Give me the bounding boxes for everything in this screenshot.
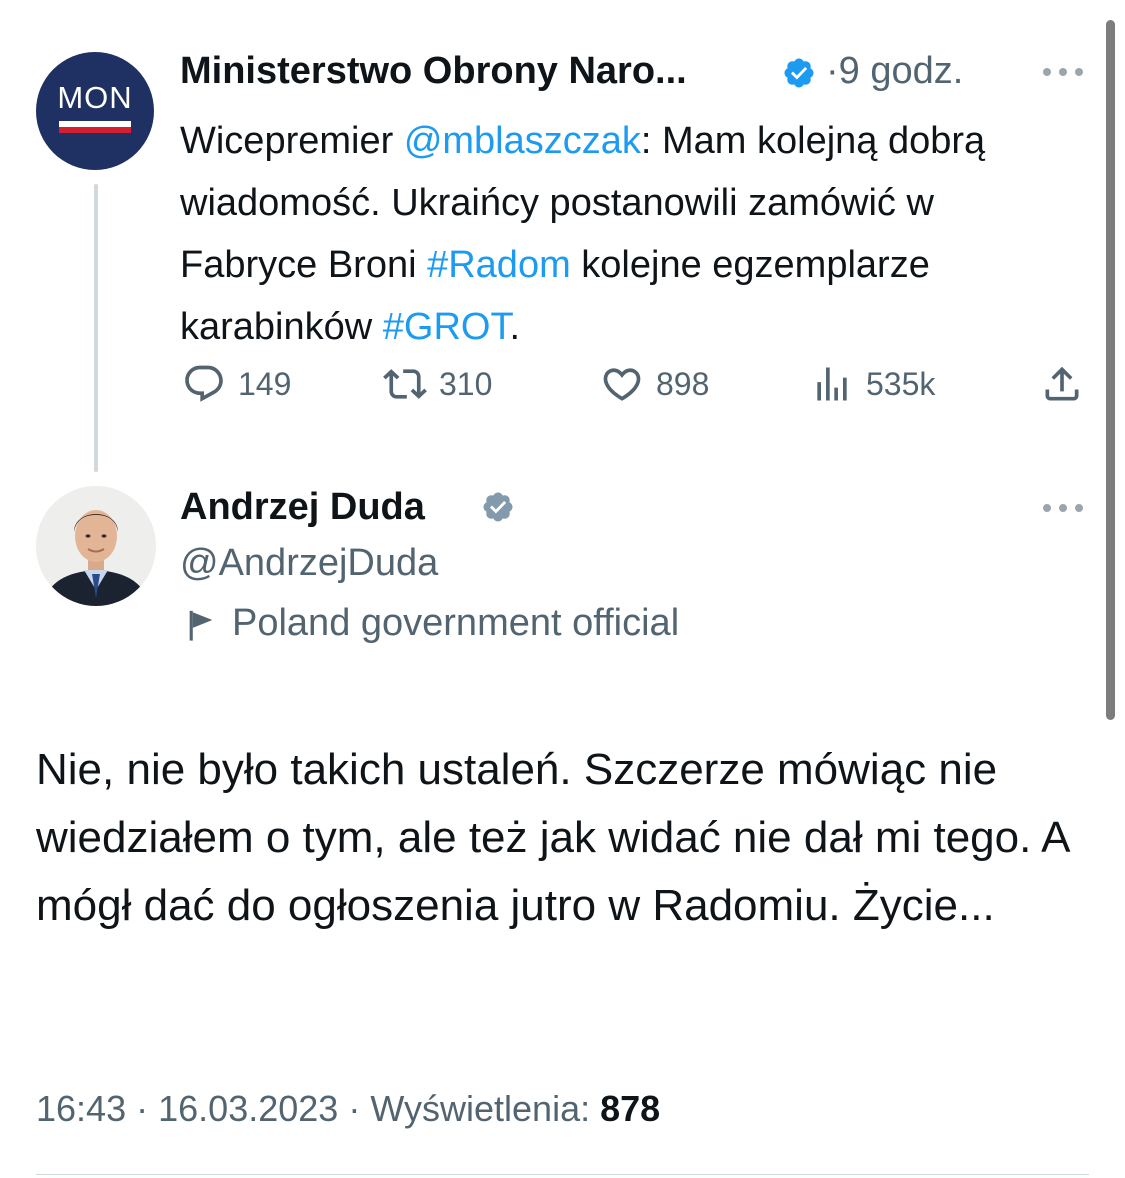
parent-tweet-text: Wicepremier @mblaszczak: Mam kolejną dob… (180, 110, 1080, 358)
retweet-button[interactable]: 310 (383, 362, 492, 406)
verified-badge-icon (483, 492, 513, 522)
thread-connector-line (94, 184, 98, 472)
text-segment: . (509, 306, 521, 348)
tweet-metadata: 16:43 · 16.03.2023 · Wyświetlenia: 878 (36, 1088, 660, 1130)
retweet-count: 310 (439, 365, 493, 402)
reply-count: 149 (238, 365, 292, 402)
reply-button[interactable]: 149 (182, 362, 291, 406)
share-button[interactable] (1040, 362, 1084, 406)
main-author-handle[interactable]: @AndrzejDuda (180, 542, 438, 585)
main-tweet-text: Nie, nie było takich ustaleń. Szczerze m… (36, 745, 1069, 930)
text-segment: Wicepremier (180, 120, 404, 162)
scrollbar[interactable] (1106, 20, 1115, 720)
meta-separator: · (136, 1088, 149, 1129)
heart-icon (603, 368, 641, 401)
main-author-name[interactable]: Andrzej Duda (180, 486, 425, 529)
portrait-photo (36, 486, 156, 606)
meta-separator: · (348, 1088, 361, 1129)
reply-icon (185, 365, 223, 402)
parent-timestamp[interactable]: ·9 godz. (826, 50, 963, 93)
views-count: 535k (866, 365, 936, 402)
hashtag-link[interactable]: #Radom (427, 244, 571, 286)
like-count: 898 (656, 365, 710, 402)
tweet-time[interactable]: 16:43 (36, 1088, 126, 1129)
avatar-logo-text: MON (57, 80, 133, 115)
more-dots-icon[interactable] (1041, 502, 1085, 514)
like-button[interactable]: 898 (600, 362, 709, 406)
flag-stripe-red (59, 127, 131, 133)
views-number: 878 (600, 1088, 661, 1129)
divider (36, 1174, 1089, 1175)
parent-author-name[interactable]: Ministerstwo Obrony Naro... (180, 50, 687, 93)
views-icon (817, 367, 847, 401)
government-affiliation-label: Poland government official (232, 602, 680, 644)
mention-link[interactable]: @mblaszczak (404, 120, 641, 162)
flag-icon (189, 610, 213, 641)
hashtag-link[interactable]: #GROT (383, 306, 510, 348)
more-dots-icon[interactable] (1041, 66, 1085, 78)
verified-badge-icon (784, 58, 814, 88)
relative-time: 9 godz. (838, 50, 964, 92)
mon-avatar[interactable]: MON (36, 52, 154, 170)
time-separator: · (826, 50, 839, 92)
views-label: Wyświetlenia: (370, 1088, 591, 1129)
retweet-icon (383, 369, 427, 399)
views-button[interactable]: 535k (810, 362, 935, 406)
share-icon (1045, 366, 1079, 401)
duda-avatar[interactable] (36, 486, 156, 606)
tweet-date[interactable]: 16.03.2023 (158, 1088, 338, 1129)
